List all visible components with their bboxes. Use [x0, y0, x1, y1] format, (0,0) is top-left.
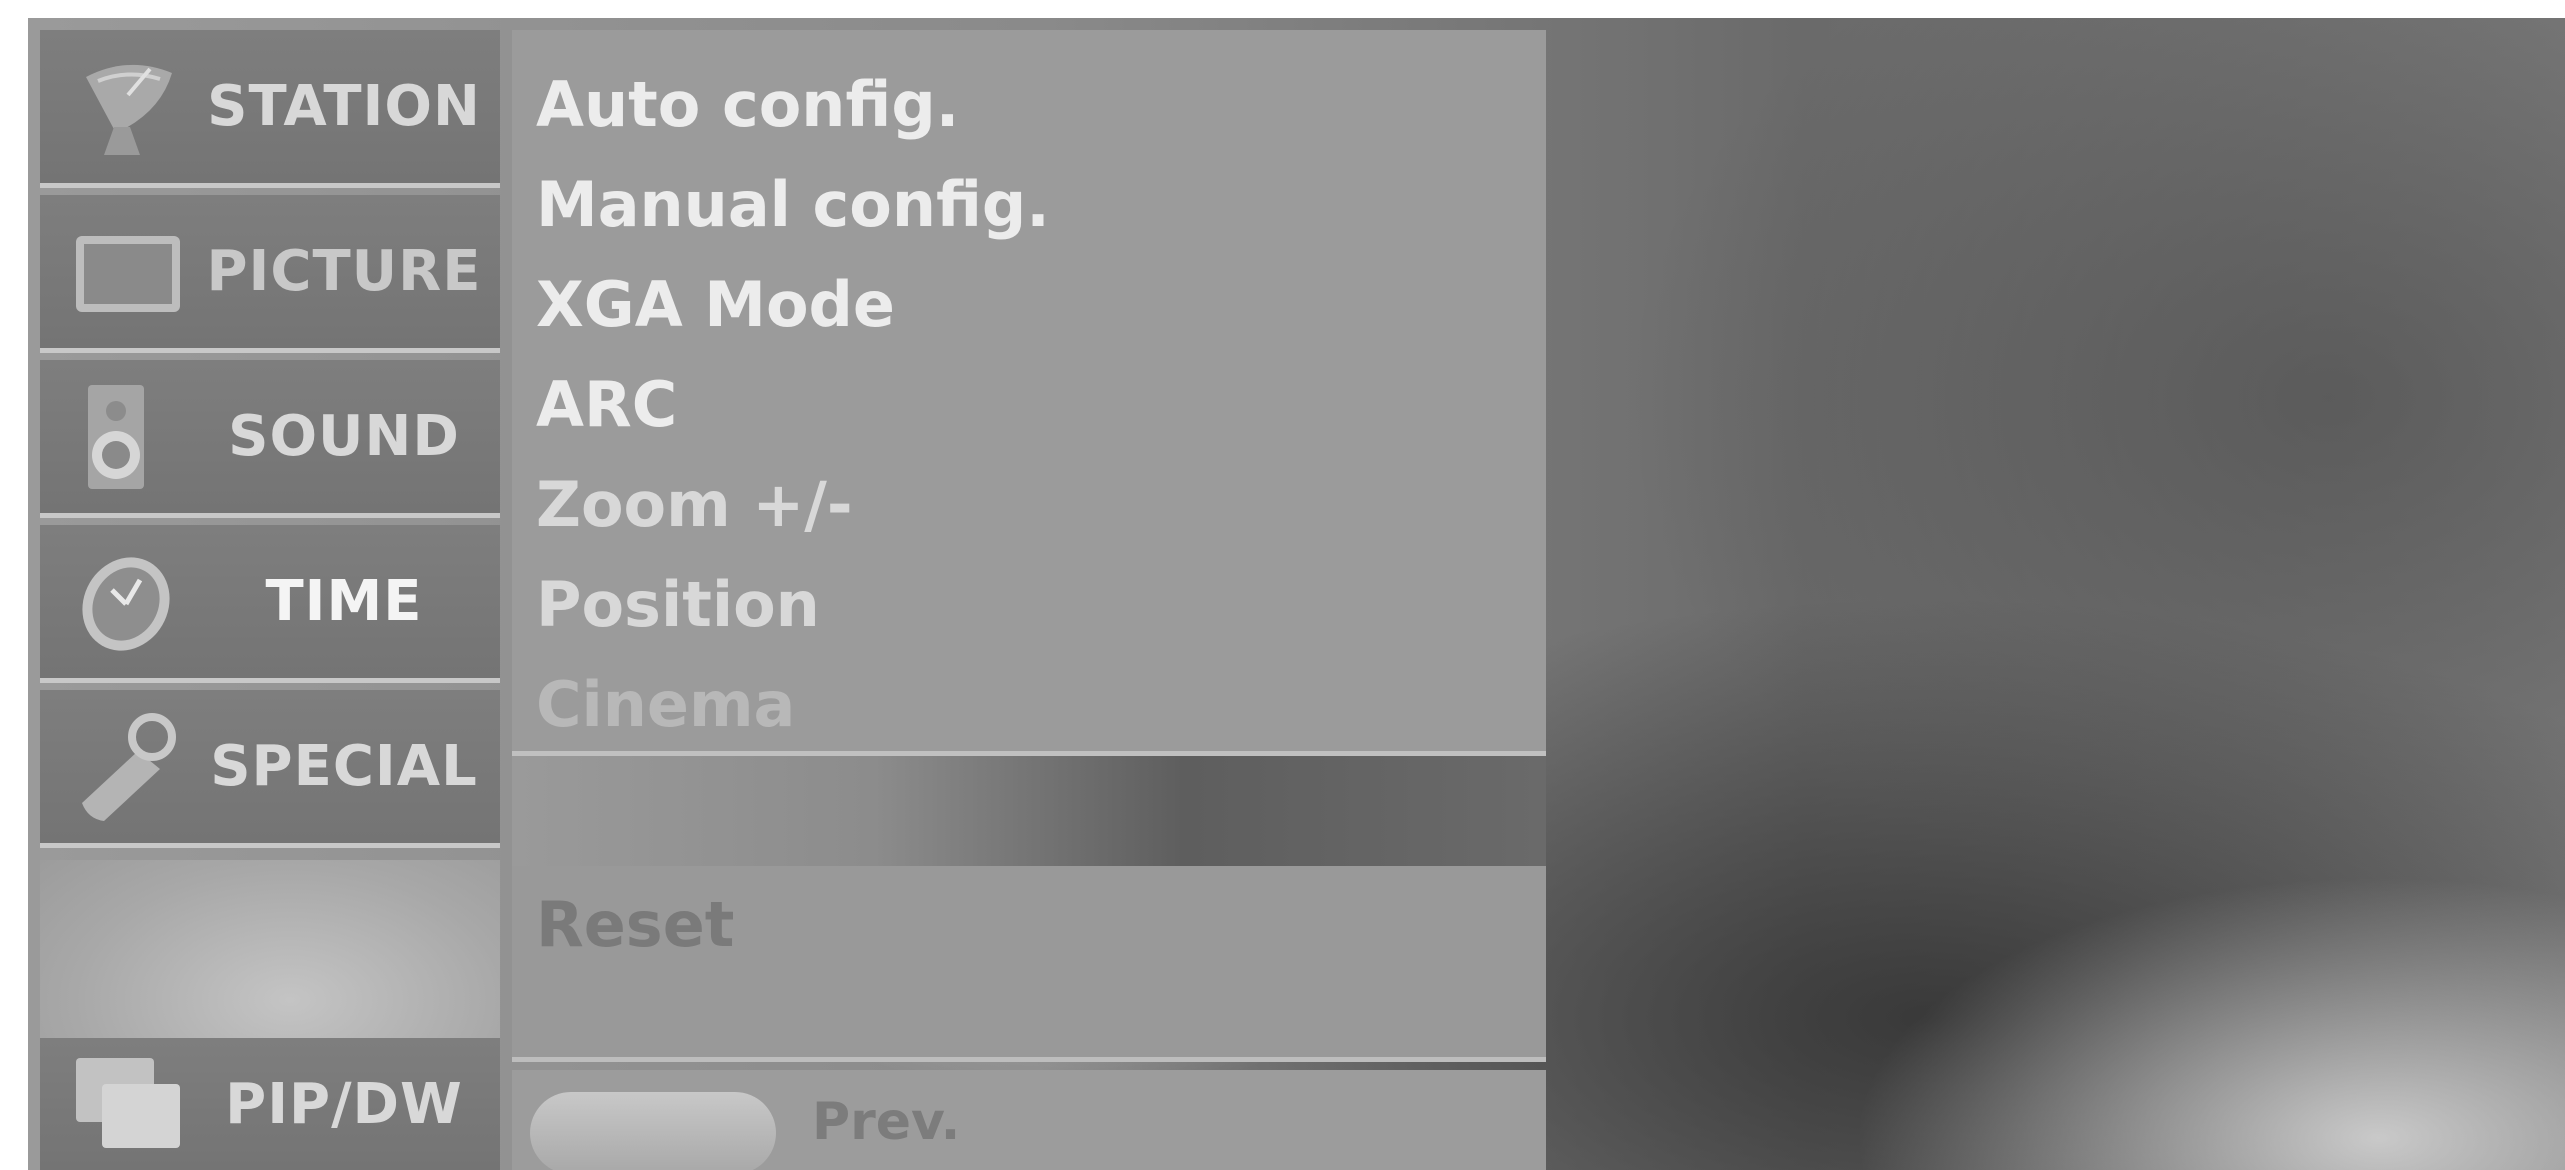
navigation-bar: Prev.: [512, 1070, 1546, 1170]
menu-item-position[interactable]: Position: [536, 568, 820, 641]
menu-item-xga-mode[interactable]: XGA Mode: [536, 268, 895, 341]
reset-panel: Reset: [512, 866, 1546, 1062]
sidebar-item-label: SPECIAL: [210, 734, 478, 799]
menu-panel: Auto config. Manual config. XGA Mode ARC…: [512, 30, 1546, 756]
clock-icon: [82, 556, 170, 651]
reset-button[interactable]: Reset: [536, 888, 734, 961]
menu-item-auto-config[interactable]: Auto config.: [536, 68, 959, 141]
pip-windows-icon: [76, 1058, 180, 1148]
sidebar-item-label: STATION: [207, 74, 481, 139]
menu-item-cinema[interactable]: Cinema: [536, 668, 795, 741]
sidebar-item-time[interactable]: TIME: [40, 525, 500, 683]
sidebar-item-label: PIP/DW: [225, 1071, 463, 1137]
key-tag-icon: [82, 712, 176, 821]
menu-item-manual-config[interactable]: Manual config.: [536, 168, 1050, 241]
prev-label: Prev.: [812, 1092, 961, 1152]
speaker-icon: [88, 384, 144, 489]
menu-item-zoom[interactable]: Zoom +/-: [536, 468, 853, 541]
sidebar-item-label: SOUND: [228, 404, 460, 469]
tv-osd-screen: STATION PICTURE SOUND TIME SPECIAL PIP/D…: [28, 18, 2565, 1170]
prev-button-pill[interactable]: [530, 1092, 776, 1170]
sidebar-item-label: PICTURE: [206, 239, 482, 304]
tv-screen-icon: [76, 235, 180, 312]
sidebar-spacer: [40, 860, 500, 1038]
sidebar-item-label: TIME: [265, 569, 423, 634]
sidebar-item-picture[interactable]: PICTURE: [40, 195, 500, 353]
sidebar-item-station[interactable]: STATION: [40, 30, 500, 188]
sidebar-item-pip-dw[interactable]: PIP/DW: [40, 1038, 500, 1170]
satellite-dish-icon: [86, 64, 172, 155]
menu-item-arc[interactable]: ARC: [536, 368, 677, 441]
sidebar-item-special[interactable]: SPECIAL: [40, 690, 500, 848]
panel-divider: [512, 756, 1546, 866]
sidebar-item-sound[interactable]: SOUND: [40, 360, 500, 518]
